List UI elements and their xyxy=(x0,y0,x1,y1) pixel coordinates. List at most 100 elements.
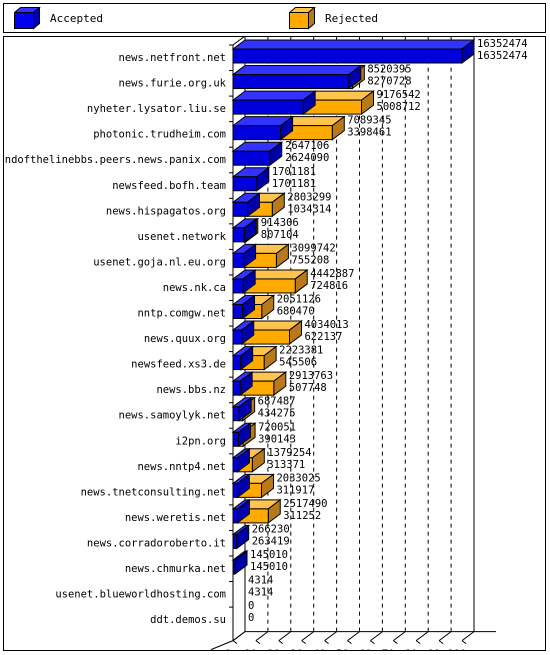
value-label-total: 4442887 xyxy=(310,268,354,280)
bar-row: ddt.demos.su 00 xyxy=(150,600,254,626)
bar-row: usenet.blueworldhosting.com 43144314 xyxy=(55,575,273,601)
value-label-total: 2647106 xyxy=(285,140,329,152)
value-label-total: 16352474 xyxy=(477,38,528,50)
bar-row: news.samoylyk.net 687487434275 xyxy=(119,396,296,422)
value-label-accepted: 680470 xyxy=(277,306,315,318)
bar-row: news.nk.ca 4442887724816 xyxy=(163,268,355,294)
value-label-accepted: 1034314 xyxy=(287,203,331,215)
value-label-accepted: 8270728 xyxy=(367,76,411,88)
chart-canvas: news.netfront.net 1635247416352474 news.fu… xyxy=(4,37,528,650)
bar-row: newsfeed.bofh.team 17011811701181 xyxy=(112,166,316,192)
bar-row: news.nntp4.net 1379254313371 xyxy=(137,447,312,473)
x-tick-label: 20% xyxy=(267,649,287,650)
x-tick: 10% xyxy=(244,631,269,650)
value-label-accepted: 807104 xyxy=(261,229,299,241)
value-label-accepted: 5008712 xyxy=(377,101,421,113)
category-label: news.bbs.nz xyxy=(156,384,226,396)
value-label-accepted: 263419 xyxy=(252,535,290,547)
value-label-total: 2051126 xyxy=(277,294,321,306)
bar-row: usenet.goja.nl.eu.org 3099742755208 xyxy=(93,242,336,269)
bar-row: i2pn.org 720051390143 xyxy=(175,421,296,448)
value-label-accepted: 313371 xyxy=(267,459,305,471)
bar-segment-accepted xyxy=(231,90,317,116)
value-label-total: 2223381 xyxy=(279,345,323,357)
value-label-total: 914306 xyxy=(261,217,299,229)
value-label-total: 1379254 xyxy=(267,447,311,459)
chart-container: news.netfront.net 16352474 16352474 news.fu… xyxy=(3,36,546,651)
category-label: endofthelinebbs.peers.news.panix.com xyxy=(4,154,226,166)
x-tick: 60% xyxy=(359,631,383,650)
chart-legend: Accepted Rejected xyxy=(3,3,546,33)
x-tick: 30% xyxy=(290,631,315,650)
value-label-accepted: 2624090 xyxy=(285,152,329,164)
value-label-total: 0 xyxy=(248,600,254,612)
bar-row: news.weretis.net 2517490311252 xyxy=(125,498,328,524)
category-label: news.furie.org.uk xyxy=(119,78,227,90)
category-label: news.netfront.net xyxy=(119,52,226,64)
bar-segment-accepted xyxy=(231,115,295,141)
value-label-accepted: 507748 xyxy=(289,382,327,394)
value-label-accepted: 145010 xyxy=(250,561,288,573)
legend-label-accepted: Accepted xyxy=(50,11,103,25)
value-label-accepted: 545506 xyxy=(279,357,317,369)
bar-row: endofthelinebbs.peers.news.panix.com 2647… xyxy=(4,140,329,167)
x-tick-label: 10% xyxy=(244,649,264,650)
value-label-total: 8520395 xyxy=(367,64,411,76)
bar-segment-accepted xyxy=(231,141,284,167)
category-label: usenet.goja.nl.eu.org xyxy=(93,256,226,268)
value-label-accepted: 1701181 xyxy=(272,178,316,190)
bar-row: news.netfront.net 1635247416352474 xyxy=(119,38,528,64)
category-label: usenet.blueworldhosting.com xyxy=(55,589,226,601)
x-tick-label: 80% xyxy=(405,649,425,650)
value-label-accepted: 390143 xyxy=(258,433,296,445)
value-label-accepted: 724816 xyxy=(310,280,348,292)
bar-row: news.quux.org 4034013622137 xyxy=(144,319,349,346)
cube-icon-accepted xyxy=(14,7,41,30)
category-label: nyheter.lysator.liu.se xyxy=(87,103,226,115)
value-label-total: 720051 xyxy=(258,421,296,433)
x-tick-label: 60% xyxy=(359,649,379,650)
x-tick: 90% xyxy=(428,631,452,650)
category-label: news.nk.ca xyxy=(163,282,226,294)
value-label-total: 266230 xyxy=(252,523,290,535)
bar-row: newsfeed.xs3.de 2223381545506 xyxy=(131,345,323,371)
bar-segment-accepted xyxy=(231,64,363,90)
chart-page: Accepted Rejected news.netfront.net 16352… xyxy=(0,0,550,655)
bar-row: nntp.comgw.net 2051126680470 xyxy=(137,294,321,320)
category-label: newsfeed.bofh.team xyxy=(112,180,226,192)
bar-row: usenet.network 914306807104 xyxy=(137,217,299,243)
x-tick: 20% xyxy=(267,631,292,650)
value-label-accepted: 755208 xyxy=(291,254,329,266)
value-label-total: 687487 xyxy=(258,396,296,408)
category-label: newsfeed.xs3.de xyxy=(131,359,226,371)
value-label-total: 2913763 xyxy=(289,370,333,382)
category-label: news.nntp4.net xyxy=(137,461,226,473)
category-label: news.hispagatos.org xyxy=(106,205,226,217)
x-tick-label: 30% xyxy=(290,649,310,650)
value-label-accepted: 0 xyxy=(248,612,254,624)
x-tick-label: 0% xyxy=(225,649,238,650)
x-tick-label: 100% xyxy=(447,649,473,650)
legend-label-rejected: Rejected xyxy=(325,11,378,25)
value-label-total: 4034013 xyxy=(304,319,348,331)
value-label-total: 3099742 xyxy=(291,242,335,254)
value-label-accepted: 434275 xyxy=(258,408,296,420)
category-label: news.chmurka.net xyxy=(125,563,226,575)
category-label: news.tnetconsulting.net xyxy=(81,486,226,498)
x-tick-label: 50% xyxy=(336,649,356,650)
category-label: ddt.demos.su xyxy=(150,614,226,626)
x-tick: 100% xyxy=(447,631,475,650)
cube-icon-rejected xyxy=(289,7,316,30)
x-tick: 0% xyxy=(225,631,246,650)
bar-segment-accepted xyxy=(231,39,476,64)
x-tick: 70% xyxy=(382,631,406,650)
x-tick-label: 70% xyxy=(382,649,402,650)
bar-segment-accepted xyxy=(231,524,251,550)
bar-row: news.tnetconsulting.net 2033025311917 xyxy=(81,472,321,499)
category-label: news.samoylyk.net xyxy=(119,410,226,422)
category-label: usenet.network xyxy=(137,231,226,243)
category-label: news.quux.org xyxy=(144,333,226,345)
legend-item-rejected: Rejected xyxy=(289,4,378,32)
value-label-total: 2033025 xyxy=(276,472,320,484)
value-label-total: 1701181 xyxy=(272,166,316,178)
